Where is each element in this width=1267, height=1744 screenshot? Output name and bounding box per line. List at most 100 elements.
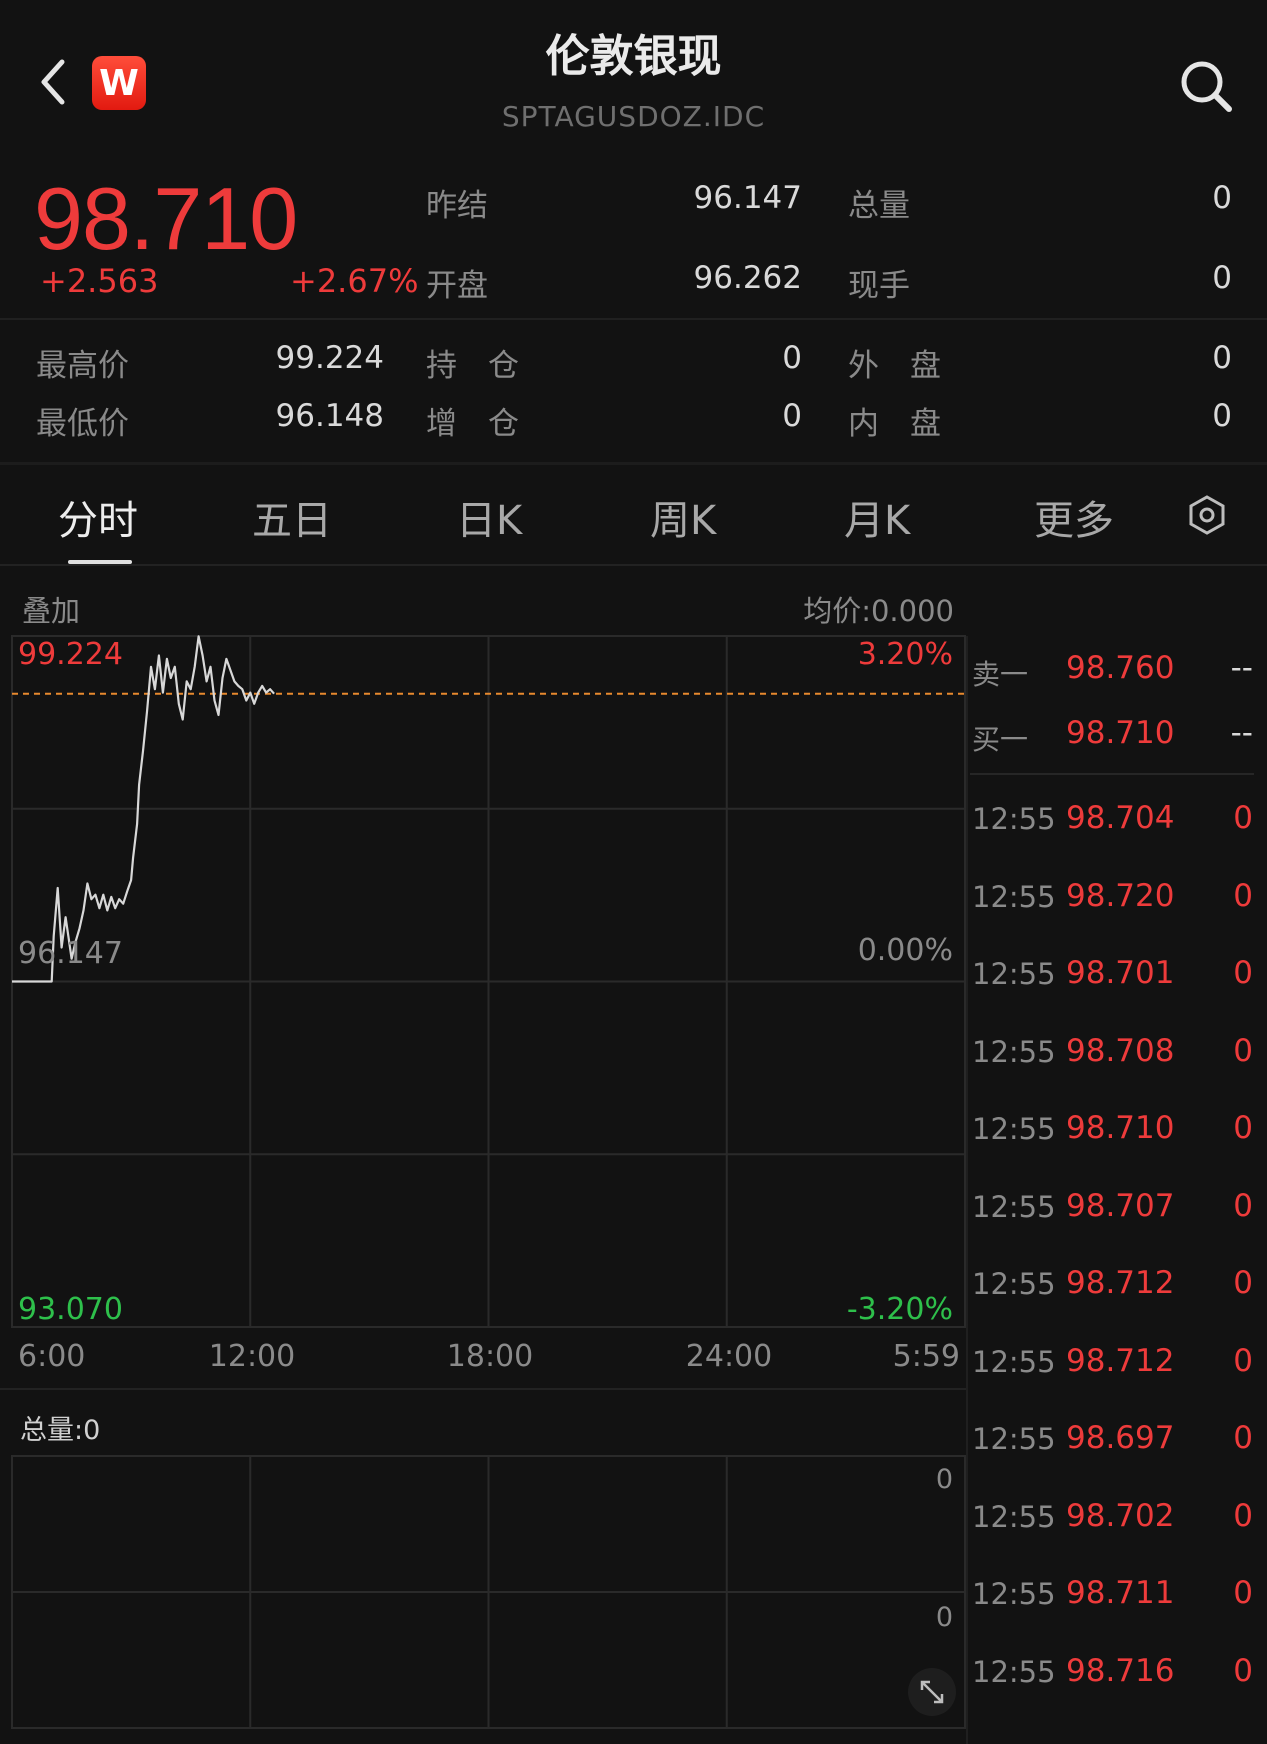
x-axis-tick: 24:00 — [686, 1339, 772, 1374]
fullscreen-button[interactable] — [908, 1668, 956, 1716]
tick-price: 98.711 — [1066, 1575, 1175, 1611]
current-lots-value: 0 — [1212, 260, 1232, 296]
volume-tick: 0 — [936, 1464, 953, 1495]
divider — [0, 318, 1267, 320]
low-label: 最低价 — [36, 406, 129, 442]
tick-price: 98.697 — [1066, 1420, 1175, 1456]
tick-price: 98.712 — [1066, 1342, 1175, 1379]
oi-change-label: 增 仓 — [426, 406, 519, 442]
tick-qty: 0 — [1233, 1575, 1253, 1611]
tick-time: 12:55 — [972, 1344, 1056, 1379]
total-volume-value: 0 — [1212, 180, 1232, 216]
tick-price: 98.701 — [1066, 955, 1175, 991]
tick-qty: 0 — [1233, 1652, 1253, 1689]
tick-qty: 0 — [1233, 955, 1253, 991]
tick-row: 12:55 98.708 0 — [970, 1033, 1257, 1083]
tick-price: 98.710 — [1066, 1110, 1175, 1146]
settings-hexagon-icon — [1189, 495, 1225, 535]
tick-row: 12:55 98.712 0 — [970, 1265, 1257, 1315]
y-axis-pct-low: -3.20% — [847, 1292, 953, 1327]
volume-chart-grid — [11, 1455, 966, 1729]
expand-icon — [920, 1680, 944, 1704]
outer-volume-label: 外 盘 — [848, 348, 941, 384]
tab-five-day[interactable]: 五日 — [252, 488, 332, 546]
tick-qty: 0 — [1233, 1420, 1253, 1456]
divider — [0, 1388, 966, 1390]
tick-price: 98.704 — [1066, 800, 1175, 836]
tick-row: 12:55 98.720 0 — [970, 878, 1257, 928]
ask-price: 98.760 — [1066, 650, 1175, 686]
tick-row: 12:55 98.716 0 — [970, 1653, 1257, 1703]
inner-volume-value: 0 — [1212, 398, 1232, 434]
ask-qty: -- — [1230, 650, 1253, 686]
tick-time: 12:55 — [972, 1112, 1056, 1146]
oi-change-value: 0 — [782, 398, 802, 434]
tick-price: 98.702 — [1066, 1497, 1175, 1534]
inner-volume-label: 内 盘 — [848, 406, 941, 442]
panel-divider — [966, 636, 968, 1744]
x-axis-tick: 6:00 — [18, 1339, 85, 1374]
tick-qty: 0 — [1233, 1342, 1253, 1379]
total-volume-label: 总量 — [848, 188, 910, 224]
search-icon — [1181, 61, 1232, 112]
tick-time: 12:55 — [972, 802, 1056, 836]
chart-grid — [11, 635, 966, 1328]
tick-row: 12:55 98.697 0 — [970, 1420, 1257, 1470]
tick-time: 12:55 — [972, 879, 1056, 914]
tick-qty: 0 — [1233, 1187, 1253, 1224]
tick-row: 12:55 98.712 0 — [970, 1343, 1257, 1393]
tick-time: 12:55 — [972, 1577, 1056, 1611]
tick-time: 12:55 — [972, 1267, 1056, 1301]
tick-price: 98.716 — [1066, 1652, 1175, 1689]
outer-volume-value: 0 — [1212, 340, 1232, 376]
tick-time: 12:55 — [972, 1499, 1056, 1534]
tick-row: 12:55 98.704 0 — [970, 800, 1257, 850]
search-button[interactable] — [1176, 56, 1236, 116]
tab-monthly-k[interactable]: 月K — [844, 488, 910, 546]
prev-settle-value: 96.147 — [693, 180, 802, 216]
tick-row: 12:55 98.702 0 — [970, 1498, 1257, 1548]
ask-label: 卖一 — [972, 658, 1029, 691]
tick-time: 12:55 — [972, 1034, 1056, 1069]
y-axis-tick-high: 99.224 — [18, 637, 123, 672]
low-value: 96.148 — [275, 398, 384, 434]
tick-time: 12:55 — [972, 1422, 1056, 1456]
x-axis-tick: 18:00 — [447, 1339, 533, 1374]
open-interest-value: 0 — [782, 340, 802, 376]
tick-qty: 0 — [1233, 877, 1253, 914]
tick-time: 12:55 — [972, 1654, 1056, 1689]
page-title: 伦敦银现 — [545, 31, 722, 82]
tick-row: 12:55 98.701 0 — [970, 955, 1257, 1005]
divider — [0, 462, 1267, 465]
chart-settings-button[interactable] — [1186, 494, 1228, 536]
price-change-percent: +2.67% — [290, 262, 419, 300]
tick-price: 98.707 — [1066, 1187, 1175, 1224]
ask-row: 卖一 98.760 -- — [970, 650, 1257, 700]
y-axis-pct-zero: 0.00% — [858, 933, 953, 968]
x-axis-tick: 12:00 — [209, 1339, 295, 1374]
tick-time: 12:55 — [972, 957, 1056, 991]
tick-row: 12:55 98.707 0 — [970, 1188, 1257, 1238]
high-label: 最高价 — [36, 348, 129, 384]
tab-daily-k[interactable]: 日K — [456, 488, 522, 546]
open-interest-label: 持 仓 — [426, 348, 519, 384]
instrument-code: SPTAGUSDOZ.IDC — [501, 100, 766, 133]
tab-intraday[interactable]: 分时 — [58, 488, 138, 546]
tick-qty: 0 — [1233, 1265, 1253, 1301]
bid-price: 98.710 — [1066, 715, 1175, 751]
prev-settle-label: 昨结 — [426, 188, 488, 224]
intraday-chart[interactable]: 99.224 96.147 93.070 3.20% 0.00% -3.20% … — [0, 560, 970, 1744]
tick-price: 98.720 — [1066, 877, 1175, 914]
tab-weekly-k[interactable]: 周K — [650, 488, 716, 546]
high-value: 99.224 — [275, 340, 384, 376]
tick-price: 98.708 — [1066, 1032, 1175, 1069]
tick-qty: 0 — [1233, 1032, 1253, 1069]
tick-price: 98.712 — [1066, 1265, 1175, 1301]
tick-row: 12:55 98.710 0 — [970, 1110, 1257, 1160]
current-lots-label: 现手 — [848, 268, 910, 304]
x-axis-tick: 5:59 — [893, 1339, 960, 1374]
tab-more[interactable]: 更多 — [1034, 488, 1114, 546]
divider — [970, 773, 1254, 775]
tick-qty: 0 — [1233, 1110, 1253, 1146]
price-change: +2.563 — [40, 262, 159, 300]
